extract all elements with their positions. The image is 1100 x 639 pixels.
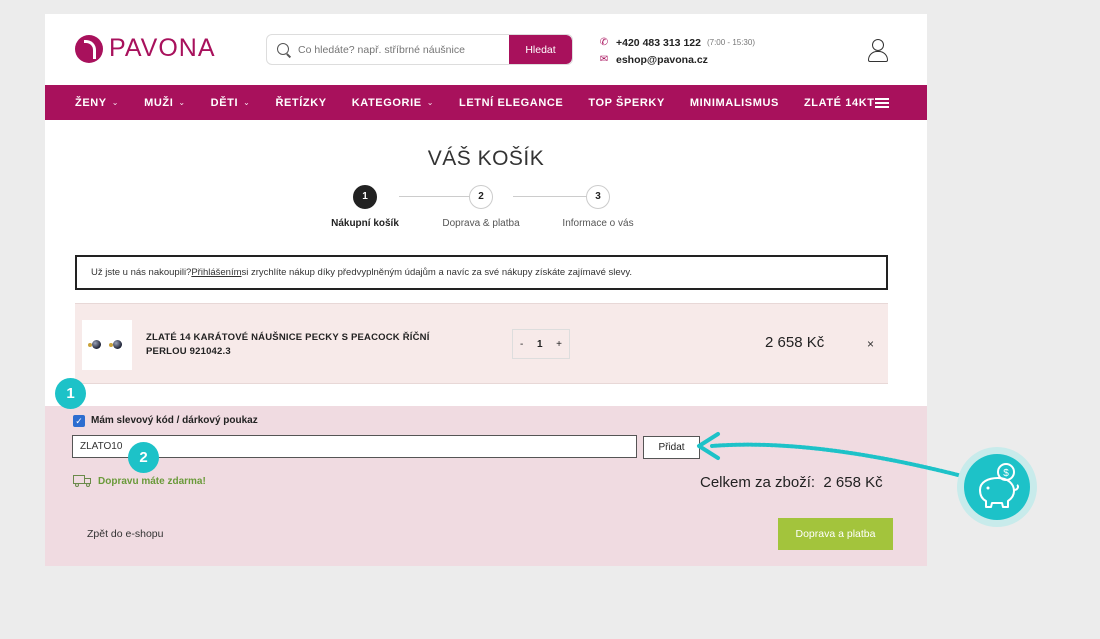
logo[interactable]: PAVONA	[75, 34, 216, 63]
qty-plus-button[interactable]: +	[556, 339, 562, 350]
opening-hours: (7:00 - 15:30)	[706, 38, 755, 47]
nav-item-kategorie[interactable]: KATEGORIE ⌄	[352, 97, 434, 109]
step-number: 1	[353, 185, 377, 209]
contact-info: ✆ +420 483 313 122 (7:00 - 15:30) ✉ esho…	[598, 34, 755, 68]
site-header: PAVONA Hledat ✆ +420 483 313 122 (7:00 -…	[45, 14, 927, 85]
total-value: 2 658 Kč	[823, 474, 883, 491]
step-3[interactable]: 3 Informace o vás	[543, 185, 653, 229]
chevron-down-icon: ⌄	[426, 98, 435, 107]
chevron-down-icon: ⌄	[178, 98, 186, 107]
nav-item-label: LETNÍ ELEGANCE	[459, 96, 564, 109]
login-link[interactable]: Přihlášením	[191, 267, 241, 278]
step-number: 2	[469, 185, 493, 209]
product-name[interactable]: ZLATÉ 14 KARÁTOVÉ NÁUŠNICE PECKY S PEACO…	[146, 331, 456, 359]
shipping-payment-button[interactable]: Doprava a platba	[778, 518, 893, 550]
coupon-checkbox-label[interactable]: Mám slevový kód / dárkový poukaz	[91, 415, 258, 426]
nav-item-top-sperky[interactable]: TOP ŠPERKY	[588, 97, 665, 109]
step-2[interactable]: 2 Doprava & platba	[426, 185, 536, 229]
nav-item-label: DĚTI	[210, 96, 239, 109]
login-text: Už jste u nás nakoupili?	[91, 267, 192, 278]
email-link[interactable]: eshop@pavona.cz	[616, 54, 708, 66]
piggy-bank-inner: $	[964, 454, 1030, 520]
nav-item-label: KATEGORIE	[351, 96, 422, 109]
page-frame: PAVONA Hledat ✆ +420 483 313 122 (7:00 -…	[45, 14, 927, 566]
svg-text:$: $	[1003, 468, 1009, 479]
coupon-section: ✓ Mám slevový kód / dárkový poukaz ZLATO…	[45, 406, 927, 566]
hamburger-icon[interactable]	[875, 98, 889, 108]
nav-item-label: MINIMALISMUS	[689, 96, 779, 109]
nav-item-zlate-14kt[interactable]: ZLATÉ 14KT	[804, 97, 875, 109]
item-price: 2 658 Kč	[765, 334, 825, 351]
mail-icon: ✉	[599, 54, 609, 65]
chevron-down-icon: ⌄	[111, 98, 120, 107]
nav-item-retizky[interactable]: ŘETÍZKY	[275, 97, 326, 109]
qty-value[interactable]: 1	[537, 339, 543, 350]
nav-item-label: ŽENY	[75, 96, 107, 109]
piggy-bank-icon: $	[957, 447, 1037, 527]
user-icon[interactable]	[867, 39, 888, 62]
search-icon	[277, 42, 291, 57]
step-1[interactable]: 1 Nákupní košík	[310, 185, 420, 229]
nav-item-letni-elegance[interactable]: LETNÍ ELEGANCE	[459, 97, 563, 109]
pearl-b	[113, 340, 122, 349]
step-label: Nákupní košík	[331, 218, 399, 229]
search-button[interactable]: Hledat	[509, 35, 572, 64]
checkout-steps: 1 Nákupní košík 2 Doprava & platba 3 Inf…	[331, 185, 641, 235]
main-nav: ŽENY ⌄ MUŽI ⌄ DĚTI ⌄ ŘETÍZKY KATEGORIE ⌄ LET…	[45, 85, 927, 120]
add-coupon-button[interactable]: Přidat	[643, 436, 700, 459]
free-shipping-note: Dopravu máte zdarma!	[98, 476, 206, 487]
search-input[interactable]	[298, 43, 509, 56]
nav-item-muzi[interactable]: MUŽI ⌄	[144, 97, 186, 109]
nav-item-zeny[interactable]: ŽENY ⌄	[75, 97, 119, 109]
annotation-badge-2: 2	[128, 442, 159, 473]
nav-item-label: MUŽI	[144, 96, 174, 109]
step-label: Doprava & platba	[442, 218, 520, 229]
quantity-stepper: - 1 +	[512, 329, 570, 359]
product-image[interactable]	[82, 320, 132, 370]
nav-item-deti[interactable]: DĚTI ⌄	[211, 97, 251, 109]
qty-minus-button[interactable]: -	[520, 339, 523, 350]
nav-item-label: ŘETÍZKY	[275, 96, 327, 109]
search-bar: Hledat	[266, 34, 573, 65]
pearl-a	[92, 340, 101, 349]
truck-icon-wheel	[86, 483, 90, 487]
login-notice: Už jste u nás nakoupili? Přihlášením si …	[75, 255, 888, 290]
truck-icon	[73, 475, 93, 487]
total-summary: Celkem za zboží: 2 658 Kč	[700, 474, 883, 491]
step-label: Informace o vás	[562, 218, 634, 229]
peacock-logo-icon	[75, 34, 103, 63]
nav-item-label: TOP ŠPERKY	[588, 96, 665, 109]
phone-icon: ✆	[599, 37, 609, 48]
back-to-shop-link[interactable]: Zpět do e-shopu	[87, 528, 163, 540]
piggy-bank-glyph: $	[979, 463, 1019, 508]
checkbox-icon[interactable]: ✓	[73, 415, 85, 427]
phone-number[interactable]: +420 483 313 122	[616, 37, 701, 49]
annotation-badge-1: 1	[55, 378, 86, 409]
login-text: si zrychlíte nákup díky předvyplněným úd…	[241, 267, 633, 278]
chevron-down-icon: ⌄	[243, 98, 251, 107]
nav-item-label: ZLATÉ 14KT	[803, 96, 875, 109]
step-number: 3	[586, 185, 610, 209]
cart-item: ZLATÉ 14 KARÁTOVÉ NÁUŠNICE PECKY S PEACO…	[75, 303, 888, 384]
page-title: VÁŠ KOŠÍK	[427, 147, 545, 170]
truck-icon-wheel	[75, 483, 79, 487]
nav-item-minimalismus[interactable]: MINIMALISMUS	[690, 97, 779, 109]
logo-text: PAVONA	[109, 34, 216, 62]
close-icon[interactable]: ×	[867, 337, 874, 351]
total-label: Celkem za zboží:	[700, 474, 816, 491]
